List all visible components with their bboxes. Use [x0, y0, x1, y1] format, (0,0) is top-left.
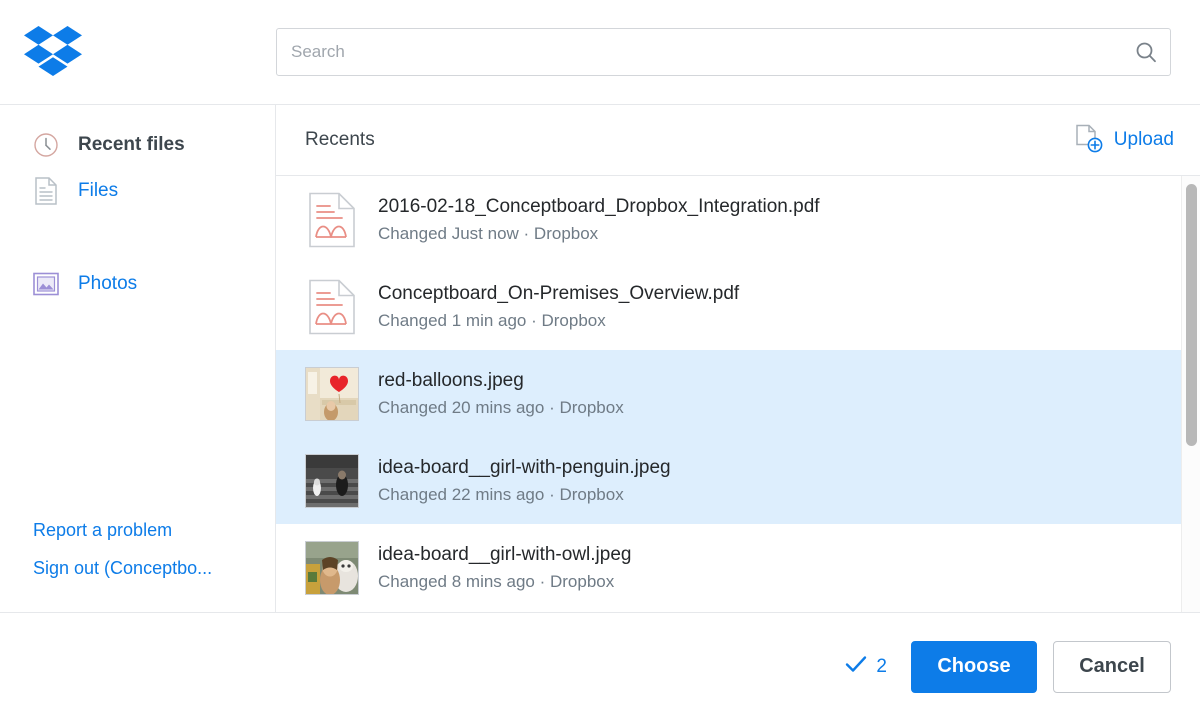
photo-icon: [32, 270, 60, 298]
file-modified-info: Changed 1 min ago · Dropbox: [378, 310, 606, 330]
cancel-button[interactable]: Cancel: [1053, 640, 1171, 693]
body-area: Recent files Files Photos Report a probl…: [0, 105, 1200, 612]
sidebar-item-label: Photos: [78, 273, 138, 294]
report-problem-link[interactable]: Report a problem: [33, 511, 275, 549]
file-name: idea-board__girl-with-owl.jpeg: [378, 543, 632, 565]
file-meta: 2016-02-18_Conceptboard_Dropbox_Integrat…: [378, 194, 820, 246]
selected-count[interactable]: 2: [845, 655, 887, 678]
pdf-file-icon: [305, 279, 359, 334]
file-modified-info: Changed 22 mins ago · Dropbox: [378, 484, 624, 504]
scrollbar-track[interactable]: [1181, 176, 1200, 612]
main-header: Recents Upload: [276, 105, 1200, 176]
file-row[interactable]: 2016-02-18_Conceptboard_Dropbox_Integrat…: [276, 176, 1200, 263]
sidebar-item-label: Recent files: [78, 134, 185, 155]
logo-area: [0, 26, 276, 78]
file-meta: idea-board__girl-with-penguin.jpeg Change…: [378, 455, 671, 507]
file-modified-info: Changed 20 mins ago · Dropbox: [378, 397, 624, 417]
header-bar: [0, 0, 1200, 105]
sidebar-item-label: Files: [78, 180, 119, 201]
sidebar-item-photos[interactable]: Photos: [0, 261, 275, 307]
sidebar-item-recent-files[interactable]: Recent files: [0, 122, 275, 168]
choose-button[interactable]: Choose: [911, 640, 1037, 693]
photo-thumbnail: [305, 366, 359, 421]
upload-file-icon: [1075, 124, 1103, 157]
file-name: Conceptboard_On-Premises_Overview.pdf: [378, 282, 740, 304]
dropbox-chooser-dialog: Recent files Files: [0, 0, 1200, 720]
file-name: 2016-02-18_Conceptboard_Dropbox_Integrat…: [378, 195, 820, 217]
file-row[interactable]: red-balloons.jpeg Changed 20 mins ago · D…: [276, 350, 1200, 437]
file-row[interactable]: Conceptboard_On-Premises_Overview.pdf Cha…: [276, 263, 1200, 350]
search-input[interactable]: [277, 29, 1122, 75]
checkmark-icon: [845, 655, 867, 678]
search-icon[interactable]: [1122, 29, 1170, 75]
upload-button[interactable]: Upload: [1075, 124, 1174, 157]
sidebar-footer-links: Report a problem Sign out (Conceptbo...: [0, 511, 275, 612]
sign-out-link[interactable]: Sign out (Conceptbo...: [33, 549, 275, 587]
file-name: red-balloons.jpeg: [378, 369, 524, 391]
file-row[interactable]: idea-board__girl-with-owl.jpeg Changed 8 …: [276, 524, 1200, 611]
document-icon: [32, 177, 60, 205]
file-row[interactable]: idea-board__girl-with-penguin.jpeg Change…: [276, 437, 1200, 524]
file-modified-info: Changed Just now · Dropbox: [378, 223, 599, 243]
sidebar-item-files[interactable]: Files: [0, 168, 275, 214]
photo-thumbnail: [305, 453, 359, 508]
dropbox-logo: [24, 26, 82, 78]
file-list-container: 2016-02-18_Conceptboard_Dropbox_Integrat…: [276, 176, 1200, 612]
footer-bar: 2 Choose Cancel: [0, 612, 1200, 720]
pdf-file-icon: [305, 192, 359, 247]
file-meta: idea-board__girl-with-owl.jpeg Changed 8 …: [378, 542, 631, 594]
selected-count-value: 2: [876, 655, 887, 677]
page-title: Recents: [305, 129, 375, 150]
upload-button-label: Upload: [1113, 129, 1174, 150]
search-area: [276, 28, 1200, 76]
file-modified-info: Changed 8 mins ago · Dropbox: [378, 571, 615, 591]
clock-icon: [32, 131, 60, 159]
main-panel: Recents Upload 2016-02-18_Conceptboard_D…: [276, 105, 1200, 612]
file-list: 2016-02-18_Conceptboard_Dropbox_Integrat…: [276, 176, 1200, 611]
search-box[interactable]: [276, 28, 1171, 76]
sidebar: Recent files Files Photos Report a probl…: [0, 105, 276, 612]
file-meta: red-balloons.jpeg Changed 20 mins ago · D…: [378, 368, 624, 420]
file-name: idea-board__girl-with-penguin.jpeg: [378, 456, 671, 478]
photo-thumbnail: [305, 540, 359, 595]
file-meta: Conceptboard_On-Premises_Overview.pdf Cha…: [378, 281, 739, 333]
scrollbar-thumb[interactable]: [1186, 184, 1197, 446]
